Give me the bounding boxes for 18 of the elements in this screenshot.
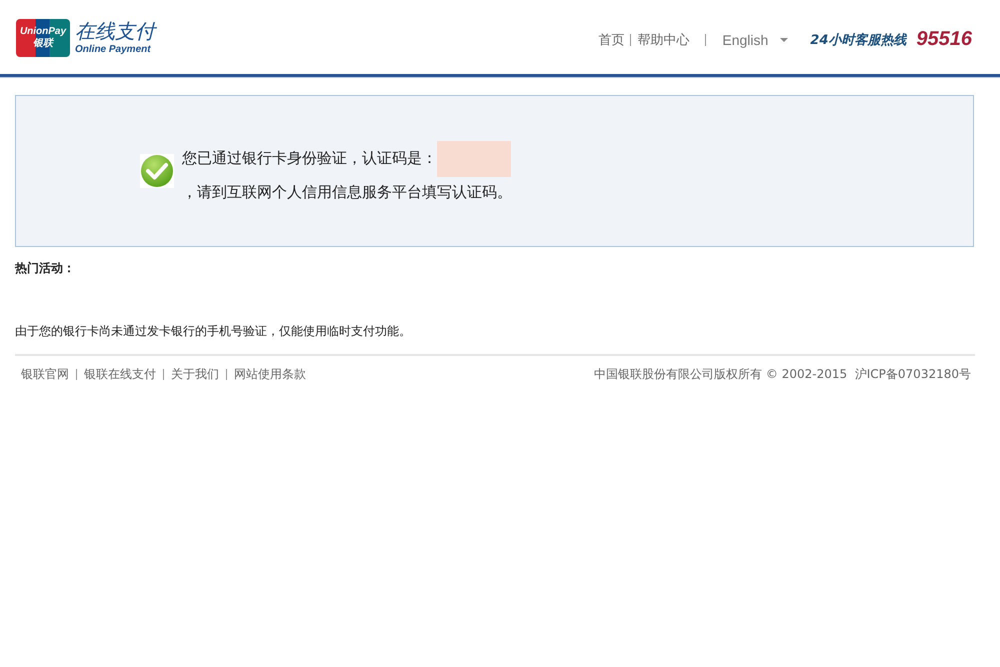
- instruction-message: ，请到互联网个人信用信息服务平台填写认证码。: [182, 182, 512, 202]
- notice-text: 由于您的银行卡尚未通过发卡银行的手机号验证，仅能使用临时支付功能。: [15, 323, 412, 340]
- hotline-label: 24小时客服热线: [810, 32, 906, 48]
- hotline-number: 95516: [916, 28, 972, 51]
- footer-link[interactable]: 网站使用条款: [234, 366, 306, 383]
- verification-message: 您已通过银行卡身份验证，认证码是：: [182, 149, 437, 168]
- language-dropdown[interactable]: English: [722, 32, 788, 48]
- footer-link[interactable]: 关于我们: [171, 366, 219, 383]
- copyright-text: 中国银联股份有限公司版权所有 © 2002-2015 沪ICP备07032180号: [594, 366, 971, 383]
- logo-subtitle: Online Payment: [75, 42, 152, 56]
- promotions-label: 热门活动：: [15, 260, 76, 277]
- logo-title: 在线支付: [75, 20, 155, 42]
- nav-link[interactable]: 帮助中心: [637, 30, 690, 48]
- caret-icon: [780, 38, 788, 42]
- footer-link[interactable]: 银联官网: [21, 366, 69, 383]
- check-icon: [140, 154, 174, 188]
- footer-link[interactable]: 银联在线支付: [84, 366, 156, 383]
- nav-link[interactable]: 首页: [598, 30, 624, 48]
